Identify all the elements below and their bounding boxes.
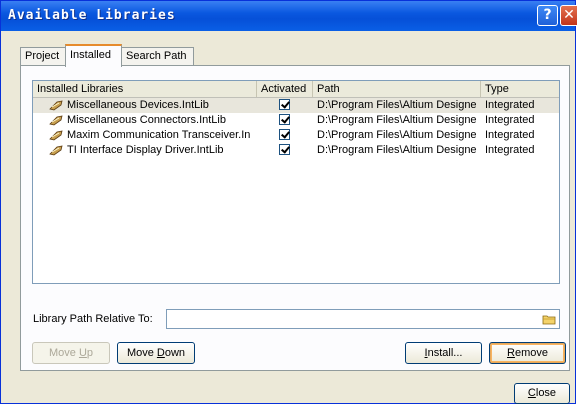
window-title: Available Libraries [8,8,176,23]
folder-browse-icon[interactable] [542,313,556,325]
library-icon [49,130,63,141]
library-name: Maxim Communication Transceiver.In [67,129,251,141]
library-icon [49,145,63,156]
column-header-activated[interactable]: Activated [257,81,313,97]
table-row[interactable]: Miscellaneous Devices.IntLib D:\Program … [33,98,559,113]
column-header-installed-libraries[interactable]: Installed Libraries [33,81,257,97]
library-path-relative-label: Library Path Relative To: [33,313,153,325]
table-row[interactable]: Maxim Communication Transceiver.In D:\Pr… [33,128,559,143]
help-icon: ? [543,7,552,23]
title-bar[interactable]: Available Libraries ? ✕ [1,1,577,31]
column-header-type[interactable]: Type [481,81,559,97]
library-type: Integrated [485,114,535,126]
library-path: D:\Program Files\Altium Designe [317,144,477,156]
library-name: Miscellaneous Devices.IntLib [67,99,209,111]
activated-checkbox[interactable] [279,144,290,155]
move-down-button[interactable]: Move Down [117,342,195,364]
close-icon: ✕ [563,7,575,23]
activated-checkbox[interactable] [279,99,290,110]
library-path: D:\Program Files\Altium Designe [317,114,477,126]
remove-button[interactable]: Remove [489,342,566,364]
close-button[interactable]: Close [514,383,570,404]
library-path-relative-input[interactable] [166,309,560,329]
library-type: Integrated [485,144,535,156]
move-up-button[interactable]: Move Up [32,342,110,364]
library-icon [49,115,63,126]
table-row[interactable]: TI Interface Display Driver.IntLib D:\Pr… [33,143,559,158]
help-button[interactable]: ? [537,5,558,26]
library-name: Miscellaneous Connectors.IntLib [67,114,226,126]
list-header: Installed Libraries Activated Path Type [33,81,559,98]
tab-project[interactable]: Project [20,47,66,65]
activated-checkbox[interactable] [279,129,290,140]
tab-search-path[interactable]: Search Path [121,47,194,65]
close-window-button[interactable]: ✕ [560,5,577,26]
activated-checkbox[interactable] [279,114,290,125]
library-icon [49,100,63,111]
column-header-path[interactable]: Path [313,81,481,97]
install-button[interactable]: Install... [405,342,482,364]
installed-libraries-list[interactable]: Installed Libraries Activated Path Type … [32,80,560,284]
table-row[interactable]: Miscellaneous Connectors.IntLib D:\Progr… [33,113,559,128]
library-name: TI Interface Display Driver.IntLib [67,144,224,156]
tab-installed[interactable]: Installed [65,44,122,67]
library-path: D:\Program Files\Altium Designe [317,129,477,141]
library-type: Integrated [485,129,535,141]
library-type: Integrated [485,99,535,111]
library-path: D:\Program Files\Altium Designe [317,99,477,111]
